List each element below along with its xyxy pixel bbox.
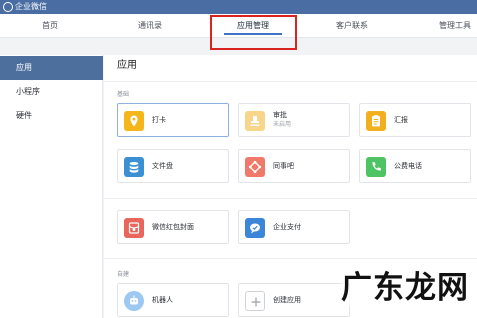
app-name: 汇报 bbox=[394, 116, 408, 124]
app-card-wenjianpan[interactable]: 文件盘 bbox=[117, 149, 229, 183]
app-card-hongbao[interactable]: 微信红包封面 bbox=[117, 210, 229, 244]
tab-customer-contact[interactable]: 客户联系 bbox=[320, 14, 384, 38]
approval-stamp-icon bbox=[245, 111, 265, 131]
tab-app-management[interactable]: 应用管理 bbox=[216, 14, 290, 38]
top-nav: 首页 通讯录 应用管理 客户联系 管理工具 bbox=[0, 14, 477, 38]
robot-icon bbox=[124, 291, 144, 311]
app-card-shenpi[interactable]: 审批 未启用 bbox=[238, 103, 350, 137]
red-envelope-icon bbox=[124, 218, 144, 238]
plus-icon bbox=[245, 291, 265, 311]
create-app-button[interactable]: 创建应用 bbox=[238, 283, 350, 317]
app-name: 机器人 bbox=[152, 296, 173, 304]
app-name: 公费电话 bbox=[394, 162, 422, 170]
page-title: 应用 bbox=[117, 60, 137, 71]
create-app-label: 创建应用 bbox=[273, 296, 301, 304]
section-label-basic: 基础 bbox=[117, 91, 130, 98]
app-card-gongfei[interactable]: 公费电话 bbox=[359, 149, 471, 183]
app-name: 微信红包封面 bbox=[152, 223, 194, 231]
payment-chat-icon bbox=[245, 218, 265, 238]
sidebar-item-mini-programs[interactable]: 小程序 bbox=[0, 80, 103, 104]
app-name: 企业支付 bbox=[273, 223, 301, 231]
section-label-custom: 自建 bbox=[117, 271, 130, 278]
divider bbox=[104, 81, 477, 82]
phone-icon bbox=[366, 157, 386, 177]
sidebar-item-hardware[interactable]: 硬件 bbox=[0, 104, 103, 128]
sidebar: 应用 小程序 硬件 bbox=[0, 55, 103, 318]
tab-management-tools[interactable]: 管理工具 bbox=[425, 14, 477, 38]
tab-home[interactable]: 首页 bbox=[20, 14, 80, 38]
title-bar: 企业微信 bbox=[0, 0, 477, 14]
app-name: 同事吧 bbox=[273, 162, 294, 170]
app-card-daka[interactable]: 打卡 bbox=[117, 103, 229, 137]
app-card-zhifu[interactable]: 企业支付 bbox=[238, 210, 350, 244]
database-disk-icon bbox=[124, 157, 144, 177]
app-card-huibao[interactable]: 汇报 bbox=[359, 103, 471, 137]
report-clipboard-icon bbox=[366, 111, 386, 131]
tab-contacts[interactable]: 通讯录 bbox=[120, 14, 180, 38]
watermark-text: 广东龙网 bbox=[341, 270, 469, 306]
app-title: 企业微信 bbox=[15, 2, 47, 11]
app-status: 未启用 bbox=[273, 121, 292, 128]
active-tab-underline bbox=[224, 33, 282, 35]
location-pin-icon bbox=[124, 111, 144, 131]
app-name: 审批 bbox=[273, 111, 287, 119]
app-name: 文件盘 bbox=[152, 162, 173, 170]
sidebar-item-apps[interactable]: 应用 bbox=[0, 56, 103, 80]
app-card-tongshiba[interactable]: 同事吧 bbox=[238, 149, 350, 183]
app-card-robot[interactable]: 机器人 bbox=[117, 283, 229, 317]
diamond-network-icon bbox=[245, 157, 265, 177]
divider bbox=[104, 258, 477, 259]
app-name: 打卡 bbox=[152, 116, 166, 124]
divider bbox=[104, 198, 477, 199]
wecom-logo-icon bbox=[3, 2, 13, 12]
